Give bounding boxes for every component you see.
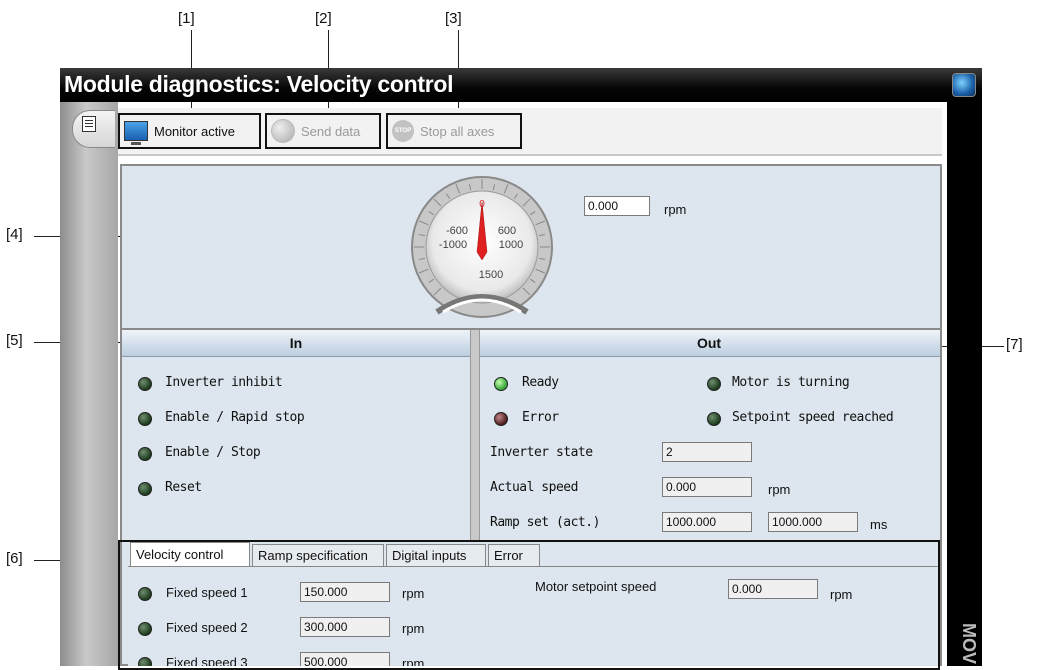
out-panel-header: Out — [478, 330, 940, 357]
module-diagnostics-window: Module diagnostics: Velocity control MOV… — [60, 68, 982, 666]
callout-2: [2] — [315, 10, 332, 27]
gauge-label-neg600: -600 — [446, 225, 468, 237]
toolbar: Monitor active Send data STOP Stop all a… — [118, 108, 942, 156]
gauge-speed-field[interactable]: 0.000 — [584, 196, 650, 216]
inverter-state-label: Inverter state — [490, 445, 593, 460]
fixed-speed-1-label: Fixed speed 1 — [166, 585, 248, 600]
right-rail: MOV — [947, 102, 982, 666]
speedometer-gauge: 0 -600 600 -1000 1000 1500 — [411, 176, 553, 318]
content-area: 0 -600 600 -1000 1000 1500 0.000 rpm In … — [120, 164, 942, 666]
reset-led — [138, 482, 152, 496]
callout-4: [4] — [6, 226, 23, 243]
ramp-set-unit: ms — [870, 517, 888, 532]
globe-icon[interactable] — [952, 73, 976, 97]
ready-label: Ready — [522, 375, 559, 390]
ready-led — [494, 377, 508, 391]
enable-stop-label: Enable / Stop — [165, 445, 261, 460]
tab-ramp-specification[interactable]: Ramp specification — [252, 544, 384, 566]
setpoint-reached-label: Setpoint speed reached — [732, 410, 894, 425]
callout-7: [7] — [1006, 336, 1023, 353]
gauge-label-neg1000: -1000 — [439, 239, 467, 251]
inverter-inhibit-led — [138, 377, 152, 391]
stop-icon: STOP — [392, 120, 414, 142]
callout-5: [5] — [6, 332, 23, 349]
motor-setpoint-speed-field[interactable]: 0.000 — [728, 579, 818, 599]
panel-divider[interactable] — [470, 330, 480, 542]
gauge-label-600: 600 — [498, 225, 516, 237]
ramp-set-label: Ramp set (act.) — [490, 515, 600, 530]
fixed-speed-2-unit: rpm — [402, 621, 425, 636]
motor-turning-led — [707, 377, 721, 391]
fixed-speed-3-label: Fixed speed 3 — [166, 655, 248, 666]
fixed-speed-3-led — [138, 657, 152, 666]
reset-label: Reset — [165, 480, 202, 495]
fixed-speed-2-label: Fixed speed 2 — [166, 620, 248, 635]
title-bar: Module diagnostics: Velocity control — [60, 68, 982, 102]
side-label: MOV — [959, 623, 979, 665]
fixed-speed-1-unit: rpm — [402, 586, 425, 601]
motor-setpoint-speed-unit: rpm — [830, 587, 853, 602]
velocity-gauge-panel: 0 -600 600 -1000 1000 1500 0.000 rpm — [122, 166, 940, 330]
actual-speed-label: Actual speed — [490, 480, 578, 495]
callout-6: [6] — [6, 550, 23, 567]
fixed-speed-3-unit: rpm — [402, 656, 425, 666]
error-led — [494, 412, 508, 426]
fixed-speed-2-field[interactable]: 300.000 — [300, 617, 390, 637]
monitor-active-button[interactable]: Monitor active — [118, 113, 261, 149]
document-list-icon[interactable] — [82, 116, 96, 132]
enable-rapid-stop-led — [138, 412, 152, 426]
fixed-speed-3-field[interactable]: 500.000 — [300, 652, 390, 666]
fixed-speed-1-field[interactable]: 150.000 — [300, 582, 390, 602]
stop-all-axes-label: Stop all axes — [420, 123, 495, 139]
enable-stop-led — [138, 447, 152, 461]
stop-all-axes-button[interactable]: STOP Stop all axes — [386, 113, 522, 149]
monitor-icon — [124, 121, 148, 145]
tab-velocity-control[interactable]: Velocity control — [130, 542, 250, 566]
motor-setpoint-speed-label: Motor setpoint speed — [535, 579, 657, 594]
callout-1: [1] — [178, 10, 195, 27]
actual-speed-field[interactable]: 0.000 — [662, 477, 752, 497]
tab-digital-inputs[interactable]: Digital inputs — [386, 544, 486, 566]
setpoint-reached-led — [707, 412, 721, 426]
callout-3: [3] — [445, 10, 462, 27]
fixed-speed-1-led — [138, 587, 152, 601]
monitor-active-label: Monitor active — [154, 123, 235, 139]
gauge-label-1000: 1000 — [499, 239, 523, 251]
actual-speed-unit: rpm — [768, 482, 791, 497]
enable-rapid-stop-label: Enable / Rapid stop — [165, 410, 305, 425]
motor-turning-label: Motor is turning — [732, 375, 850, 390]
send-data-label: Send data — [301, 123, 361, 139]
tab-error[interactable]: Error — [488, 544, 540, 566]
ramp-set-field-1[interactable]: 1000.000 — [662, 512, 752, 532]
inverter-inhibit-label: Inverter inhibit — [165, 375, 283, 390]
velocity-control-pane: Fixed speed 1 150.000 rpm Fixed speed 2 … — [128, 566, 938, 666]
left-rail — [60, 102, 118, 666]
error-label: Error — [522, 410, 559, 425]
gauge-speed-unit: rpm — [664, 202, 687, 217]
send-data-button[interactable]: Send data — [265, 113, 381, 149]
gauge-label-1500: 1500 — [479, 269, 503, 281]
inverter-state-field[interactable]: 2 — [662, 442, 752, 462]
in-panel-header: In — [122, 330, 470, 357]
send-data-icon — [271, 119, 295, 143]
ramp-set-field-2[interactable]: 1000.000 — [768, 512, 858, 532]
window-title: Module diagnostics: Velocity control — [64, 71, 454, 97]
tab-bar: Velocity control Ramp specification Digi… — [130, 542, 936, 566]
fixed-speed-2-led — [138, 622, 152, 636]
